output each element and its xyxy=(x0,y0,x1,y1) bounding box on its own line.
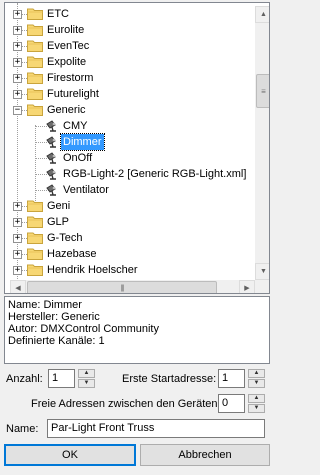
fixture-icon xyxy=(46,168,56,180)
fixture-icon xyxy=(46,136,56,148)
tree-item-label: OnOff xyxy=(63,152,93,164)
folder-icon xyxy=(27,200,43,212)
tree-folder-label: GLP xyxy=(47,216,70,228)
tree-folder-label: Hazebase xyxy=(47,248,97,260)
folder-icon xyxy=(27,104,43,116)
tree-folder[interactable]: + Futurelight xyxy=(5,86,249,102)
tree-folder[interactable]: + Expolite xyxy=(5,54,249,70)
folder-icon xyxy=(27,40,43,52)
tree-folder[interactable]: + GLP xyxy=(5,214,249,230)
tree-folder[interactable]: + EvenTec xyxy=(5,38,249,54)
folder-icon xyxy=(27,72,43,84)
tree-item[interactable]: OnOff xyxy=(5,150,249,166)
count-down-button[interactable]: ▼ xyxy=(78,379,95,388)
name-label: Name: xyxy=(6,423,39,435)
gap-up-button[interactable]: ▲ xyxy=(248,394,265,403)
gap-down-button[interactable]: ▼ xyxy=(248,404,265,413)
tree-item-label-selected: Dimmer xyxy=(60,133,105,151)
tree-folder[interactable]: + Geni xyxy=(5,198,249,214)
folder-icon xyxy=(27,24,43,36)
fixture-icon xyxy=(46,152,56,164)
tree-item[interactable]: RGB-Light-2 [Generic RGB-Light.xml] xyxy=(5,166,249,182)
tree-folder-label: ETC xyxy=(47,8,69,20)
cancel-button[interactable]: Abbrechen xyxy=(140,444,270,466)
tree-folder[interactable]: + Firestorm xyxy=(5,70,249,86)
expand-icon[interactable]: + xyxy=(13,218,22,227)
tree-folder[interactable]: + Eurolite xyxy=(5,22,249,38)
expand-icon[interactable]: + xyxy=(13,26,22,35)
fixture-tree[interactable]: + ETC + Eurolite + EvenTec + Expolite + Firestorm… xyxy=(4,2,270,294)
count-label: Anzahl: xyxy=(6,373,43,385)
tree-folder[interactable]: + G-Tech xyxy=(5,230,249,246)
gap-stepper[interactable]: ▲ ▼ xyxy=(248,394,265,413)
scroll-up-button[interactable]: ▲ xyxy=(255,6,269,23)
expand-icon[interactable]: + xyxy=(13,74,22,83)
gap-input[interactable]: 0 xyxy=(218,394,245,413)
info-author: Autor: DMXControl Community xyxy=(8,323,159,335)
expand-icon[interactable]: + xyxy=(13,234,22,243)
tree-folder-label: Eurolite xyxy=(47,24,85,36)
fixture-info-box: Name: Dimmer Hersteller: Generic Autor: … xyxy=(4,296,270,364)
info-channels: Definierte Kanäle: 1 xyxy=(8,335,105,347)
vertical-scroll-thumb[interactable]: ≡ xyxy=(256,74,269,108)
fixture-icon xyxy=(46,120,56,132)
folder-icon xyxy=(27,248,43,260)
name-input[interactable]: Par-Light Front Truss xyxy=(47,419,265,438)
expand-icon[interactable]: + xyxy=(13,202,22,211)
tree-folder[interactable]: − Generic xyxy=(5,102,249,118)
tree-folder-label: G-Tech xyxy=(47,232,83,244)
scroll-right-button[interactable]: ▶ xyxy=(239,280,255,293)
horizontal-scrollbar[interactable]: ◀ ||| ▶ xyxy=(10,280,255,293)
scrollbar-corner xyxy=(255,280,269,293)
scroll-down-button[interactable]: ▼ xyxy=(255,263,269,280)
scroll-left-button[interactable]: ◀ xyxy=(10,280,26,293)
count-stepper[interactable]: ▲ ▼ xyxy=(78,369,95,388)
folder-icon xyxy=(27,8,43,20)
start-address-label: Erste Startadresse: xyxy=(122,373,217,385)
fixture-icon xyxy=(46,184,56,196)
expand-icon[interactable]: + xyxy=(13,90,22,99)
ok-button[interactable]: OK xyxy=(4,444,136,466)
tree-folder-label: Generic xyxy=(47,104,86,116)
tree-folder[interactable]: + Hendrik Hoelscher xyxy=(5,262,249,278)
tree-folder[interactable]: + Hazebase xyxy=(5,246,249,262)
gap-label: Freie Adressen zwischen den Geräten: xyxy=(31,398,221,410)
start-address-stepper[interactable]: ▲ ▼ xyxy=(248,369,265,388)
expand-icon[interactable]: + xyxy=(13,250,22,259)
tree-folder-label: Futurelight xyxy=(47,88,99,100)
start-address-up-button[interactable]: ▲ xyxy=(248,369,265,378)
tree-item[interactable]: Dimmer xyxy=(5,133,249,151)
tree-item-label: CMY xyxy=(63,120,88,132)
tree-item-label: RGB-Light-2 [Generic RGB-Light.xml] xyxy=(63,168,247,180)
vertical-scrollbar[interactable]: ▲ ≡ ▼ xyxy=(255,6,269,280)
expand-icon[interactable]: + xyxy=(13,58,22,67)
folder-icon xyxy=(27,232,43,244)
info-name: Name: Dimmer xyxy=(8,299,82,311)
tree-folder-label: Geni xyxy=(47,200,71,212)
folder-icon xyxy=(27,264,43,276)
tree-folder[interactable]: + ETC xyxy=(5,6,249,22)
info-manufacturer: Hersteller: Generic xyxy=(8,311,100,323)
tree-item[interactable]: CMY xyxy=(5,118,249,134)
expand-icon[interactable]: + xyxy=(13,10,22,19)
tree-folder-label: Hendrik Hoelscher xyxy=(47,264,138,276)
count-up-button[interactable]: ▲ xyxy=(78,369,95,378)
folder-icon xyxy=(27,56,43,68)
tree-folder-label: Firestorm xyxy=(47,72,94,84)
folder-icon xyxy=(27,88,43,100)
tree-item[interactable]: Ventilator xyxy=(5,182,249,198)
folder-icon xyxy=(27,216,43,228)
start-address-down-button[interactable]: ▼ xyxy=(248,379,265,388)
tree-folder-label: Expolite xyxy=(47,56,87,68)
tree-item-label: Ventilator xyxy=(63,184,109,196)
horizontal-scroll-thumb[interactable]: ||| xyxy=(27,281,217,293)
tree-folder-label: EvenTec xyxy=(47,40,90,52)
collapse-icon[interactable]: − xyxy=(13,106,22,115)
expand-icon[interactable]: + xyxy=(13,42,22,51)
start-address-input[interactable]: 1 xyxy=(218,369,245,388)
expand-icon[interactable]: + xyxy=(13,266,22,275)
count-input[interactable]: 1 xyxy=(48,369,75,388)
